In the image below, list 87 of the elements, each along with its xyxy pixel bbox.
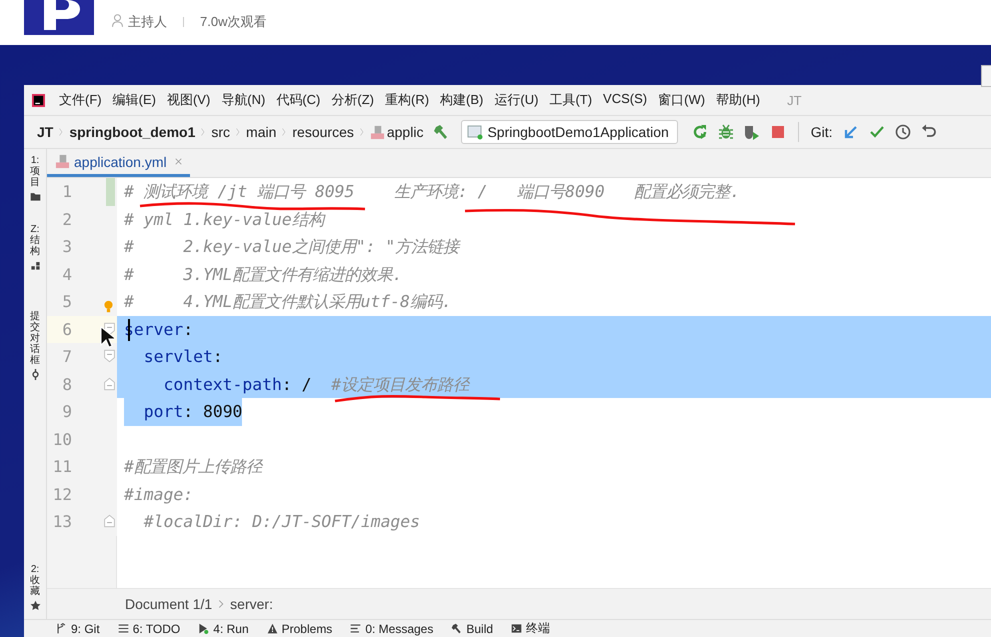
line-number: 11 bbox=[52, 457, 72, 476]
tool-window-button[interactable]: 9: Git bbox=[56, 622, 100, 636]
yml-file-icon bbox=[370, 124, 385, 140]
line-number: 13 bbox=[52, 512, 72, 532]
code-line: # 4.YML配置文件默认采用utf-8编码. bbox=[124, 291, 452, 313]
breadcrumb-item[interactable]: JT bbox=[37, 124, 54, 140]
line-number: 4 bbox=[61, 264, 72, 284]
lightbulb-icon[interactable] bbox=[102, 299, 115, 314]
line-number: 2 bbox=[61, 210, 72, 229]
tool-window-button[interactable]: Problems bbox=[266, 622, 332, 636]
menu-item[interactable]: 重构(R) bbox=[385, 91, 430, 109]
run-config-dropdown[interactable]: SpringbootDemo1Application bbox=[461, 120, 678, 144]
tool-window-button[interactable]: 终端 bbox=[511, 620, 550, 637]
tool-window-button[interactable]: 6: TODO bbox=[118, 622, 180, 636]
commit-icon bbox=[30, 369, 40, 380]
structure-icon bbox=[30, 260, 40, 271]
bug-icon[interactable] bbox=[718, 124, 734, 140]
status-path-item[interactable]: server: bbox=[230, 596, 273, 612]
host-label: 主持人 bbox=[128, 13, 167, 31]
rerun-icon[interactable] bbox=[692, 124, 708, 140]
check-icon[interactable] bbox=[868, 124, 885, 140]
terminal-icon bbox=[511, 623, 522, 634]
tool-window-button[interactable]: Build bbox=[451, 622, 494, 636]
star-icon bbox=[30, 600, 40, 611]
breadcrumb-item[interactable]: main bbox=[246, 124, 276, 140]
menu-item[interactable]: 窗口(W) bbox=[658, 91, 706, 109]
code-line: # yml 1.key-value结构 bbox=[124, 208, 324, 230]
line-number: 9 bbox=[61, 402, 72, 422]
person-icon bbox=[112, 14, 123, 27]
menu-item[interactable]: 构建(B) bbox=[440, 91, 484, 109]
line-number: 12 bbox=[52, 484, 72, 504]
messages-icon bbox=[350, 623, 362, 634]
tool-window-button[interactable]: 4: Run bbox=[198, 622, 249, 636]
menu-item[interactable]: 分析(Z) bbox=[331, 91, 374, 109]
git-icon bbox=[56, 623, 67, 634]
run-config-icon bbox=[467, 124, 484, 140]
code-line: # 2.key-value之间使用": "方法链接 bbox=[124, 236, 460, 258]
breadcrumb-item[interactable]: resources bbox=[292, 124, 354, 140]
tool-window-button[interactable]: 2: 收藏 bbox=[30, 564, 40, 611]
tool-window-button[interactable]: 1: 项目 bbox=[30, 155, 40, 202]
undo-icon[interactable] bbox=[920, 124, 937, 140]
hammer-icon[interactable] bbox=[433, 124, 450, 140]
menu-item[interactable]: 代码(C) bbox=[276, 91, 320, 109]
update-arrow-icon[interactable] bbox=[842, 124, 859, 140]
tool-window-button[interactable]: Z: 结构 bbox=[30, 224, 40, 271]
folder-icon bbox=[30, 191, 40, 202]
coverage-icon[interactable] bbox=[744, 124, 760, 140]
menu-item[interactable]: 编辑(E) bbox=[112, 91, 156, 109]
code-line: #配置图片上传路径 bbox=[124, 456, 262, 478]
menu-item[interactable]: 文件(F) bbox=[59, 91, 102, 109]
todo-icon bbox=[118, 623, 129, 634]
menu-item[interactable]: 导航(N) bbox=[221, 91, 266, 109]
stop-icon[interactable] bbox=[770, 124, 786, 140]
line-number: 8 bbox=[61, 374, 72, 394]
history-icon[interactable] bbox=[894, 124, 911, 140]
line-number: 7 bbox=[61, 347, 72, 366]
git-label: Git: bbox=[810, 124, 833, 140]
code-line: #image: bbox=[124, 484, 194, 506]
status-path-item[interactable]: Document 1/1 bbox=[125, 596, 212, 612]
yml-file-icon bbox=[55, 154, 70, 169]
code-line: # 3.YML配置文件有缩进的效果. bbox=[124, 264, 402, 286]
tool-window-button[interactable]: 提交对话框 bbox=[30, 311, 40, 380]
line-number: 10 bbox=[52, 430, 72, 449]
close-icon[interactable] bbox=[172, 156, 184, 167]
tool-window-button[interactable]: 0: Messages bbox=[350, 622, 434, 636]
code-line: context-path: / #设定项目发布路径 bbox=[162, 374, 470, 396]
menu-item[interactable]: VCS(S) bbox=[603, 91, 648, 109]
code-line: # 测试环境 /jt 端口号 8095 生产环境: / 端口号8090 配置必须完整. bbox=[124, 181, 740, 203]
breadcrumb-item[interactable]: applic bbox=[386, 124, 424, 140]
code-line: servlet: bbox=[142, 346, 223, 368]
breadcrumb-item[interactable]: src bbox=[211, 124, 230, 140]
menu-item[interactable]: 工具(T) bbox=[549, 91, 592, 109]
problems-icon bbox=[266, 623, 278, 634]
code-line: #localDir: D:/JT-SOFT/images bbox=[142, 511, 420, 533]
app-icon bbox=[32, 94, 45, 106]
view-count: 7.0w次观看 bbox=[200, 13, 266, 31]
line-number: 5 bbox=[61, 292, 72, 312]
menu-item[interactable]: 运行(U) bbox=[494, 91, 538, 109]
line-number: 3 bbox=[61, 237, 72, 256]
menu-item[interactable]: 视图(V) bbox=[166, 91, 210, 109]
project-title: JT bbox=[787, 92, 802, 108]
breadcrumb-item[interactable]: springboot_demo1 bbox=[69, 124, 196, 140]
menu-item[interactable]: 帮助(H) bbox=[716, 91, 760, 109]
run-icon bbox=[198, 623, 210, 634]
build-icon bbox=[451, 623, 462, 634]
line-number: 1 bbox=[61, 182, 72, 202]
line-number: 6 bbox=[61, 320, 72, 339]
